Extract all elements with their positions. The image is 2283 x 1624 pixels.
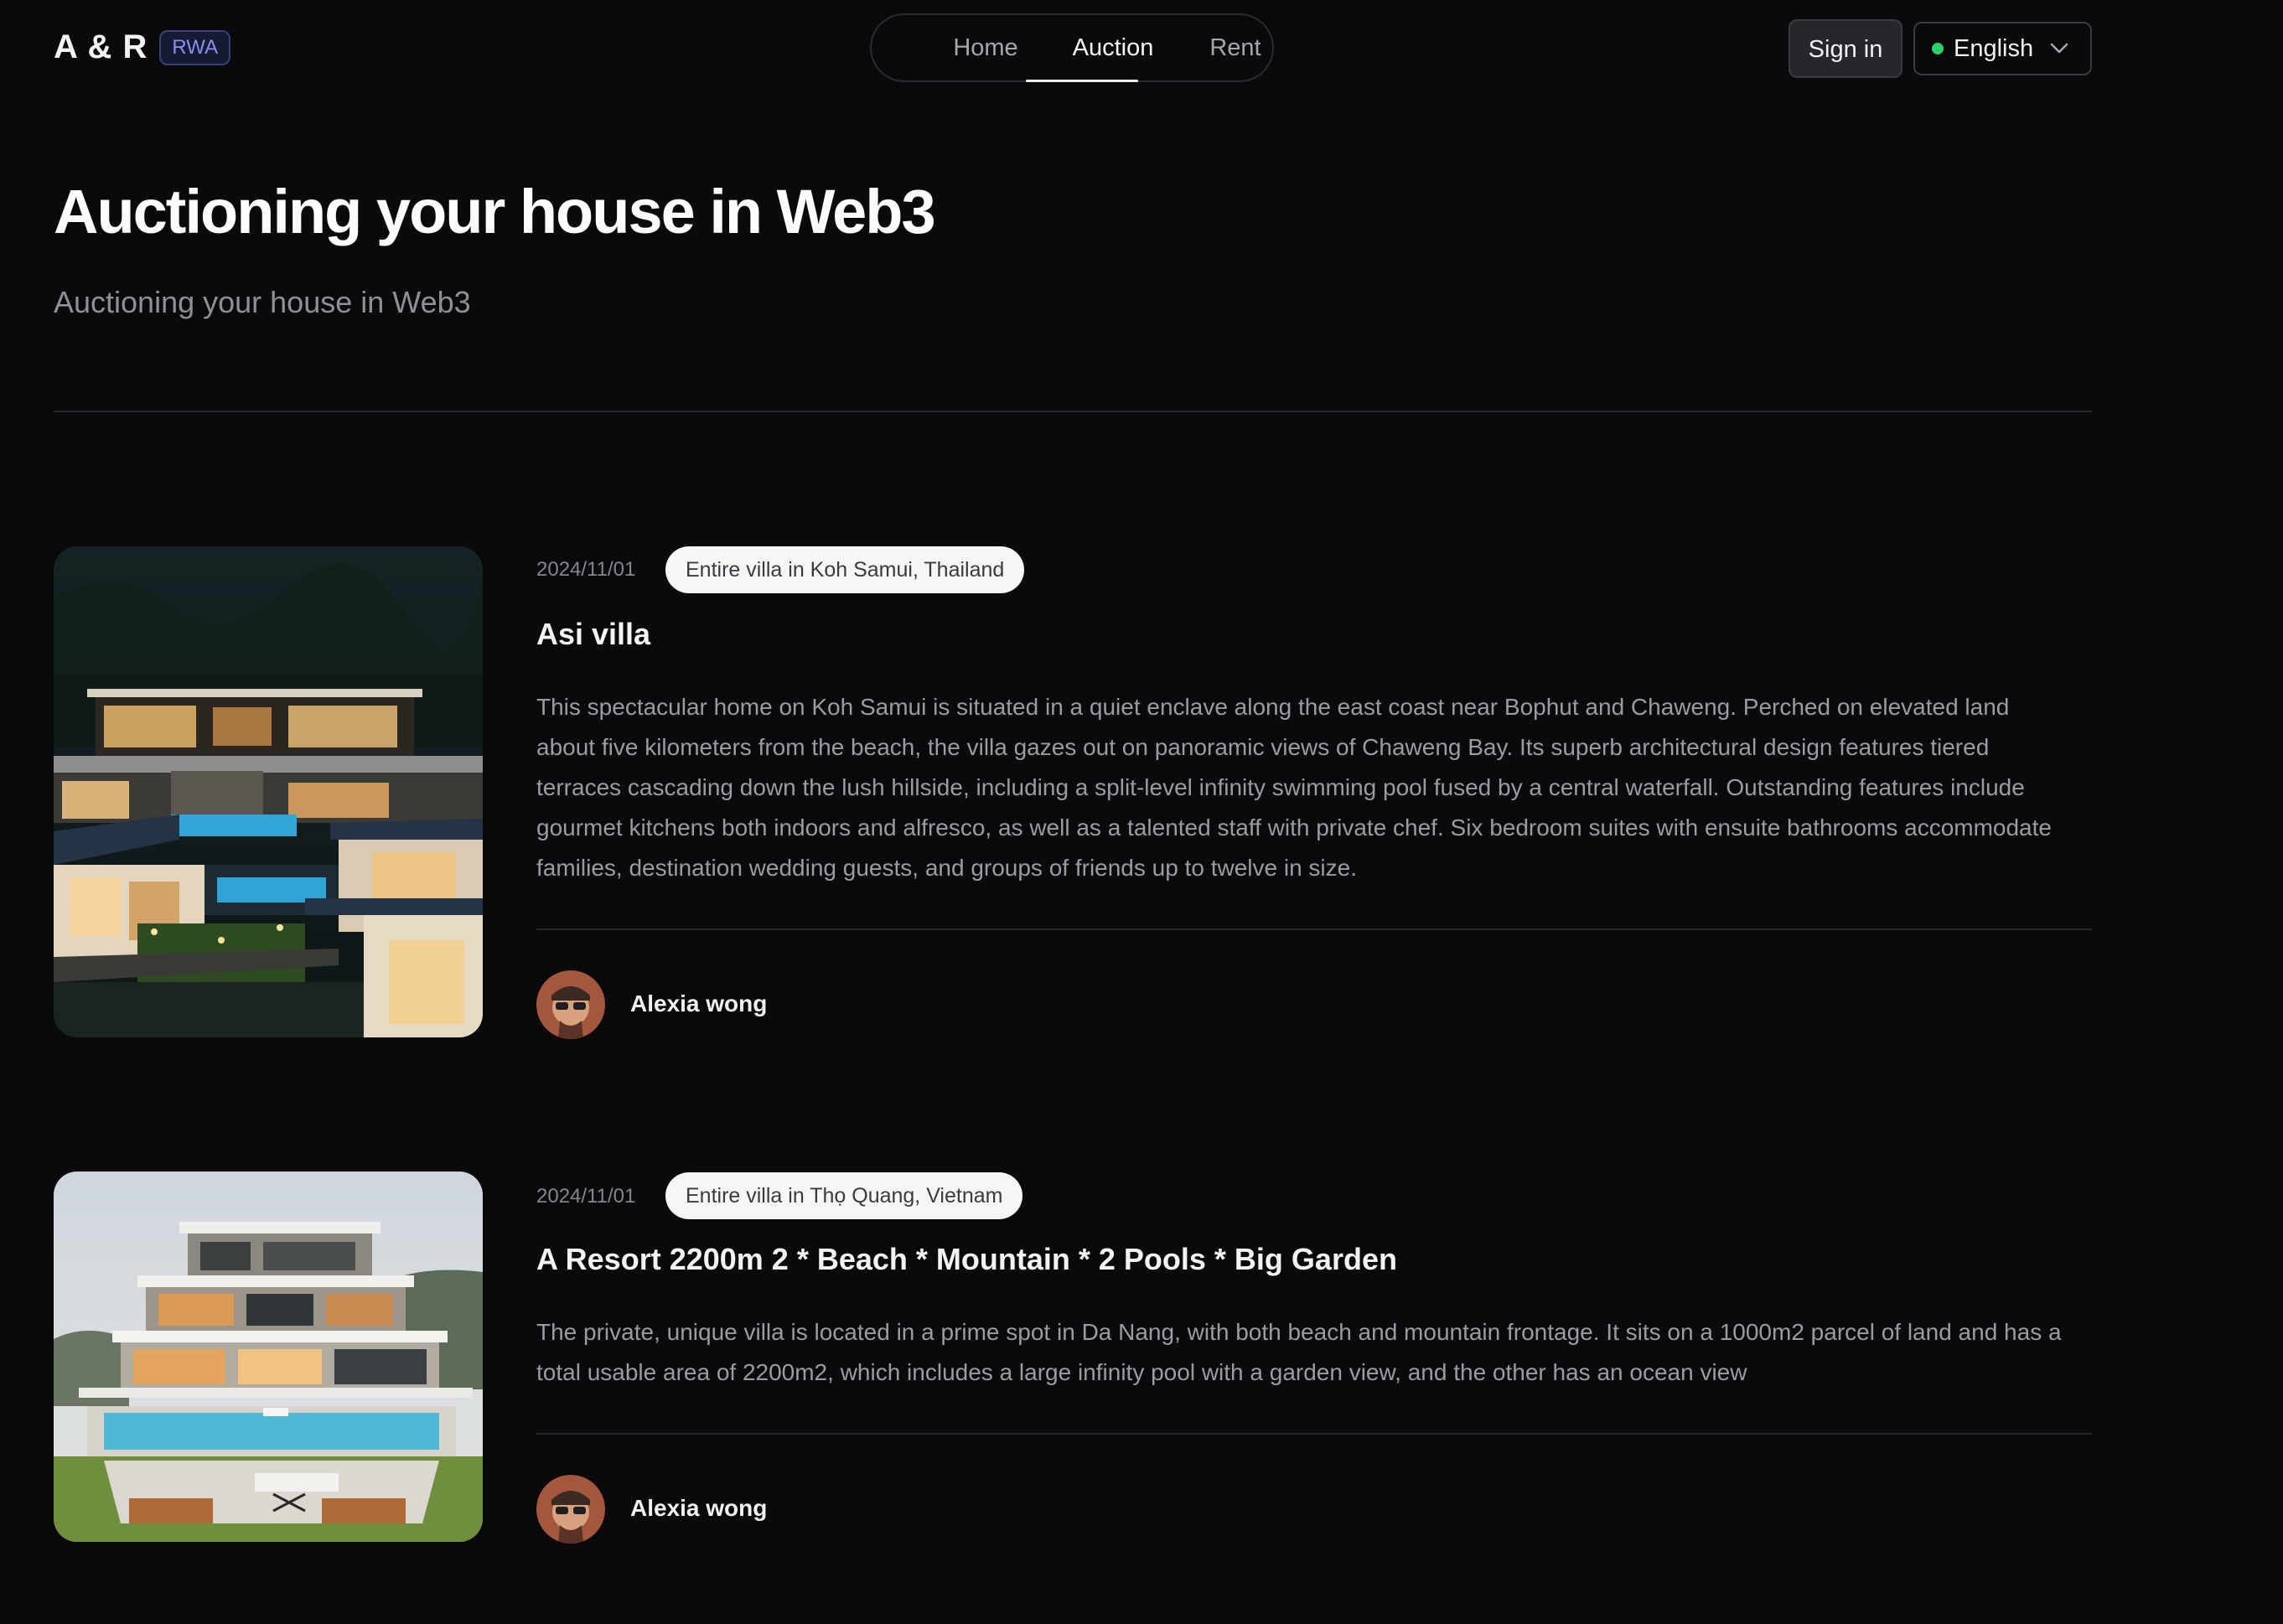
sign-in-button[interactable]: Sign in: [1789, 19, 1902, 78]
status-dot-icon: [1932, 43, 1944, 54]
nav-active-indicator: [1026, 80, 1138, 82]
villa-night-photo: [54, 546, 483, 1037]
rwa-badge: RWA: [159, 29, 231, 65]
listing-date: 2024/11/01: [536, 558, 636, 581]
location-tag: Entire villa in Thọ Quang, Vietnam: [665, 1172, 1023, 1219]
main-nav: Home Auction Rent: [870, 13, 1274, 82]
author-avatar[interactable]: [536, 970, 605, 1039]
listing-title[interactable]: Asi villa: [536, 617, 650, 652]
listing-divider: [536, 1433, 2092, 1435]
avatar-image: [536, 1475, 605, 1544]
page-subtitle: Auctioning your house in Web3: [54, 285, 471, 319]
nav-rent[interactable]: Rent: [1168, 15, 1302, 80]
listing-image[interactable]: [54, 1171, 483, 1542]
page-title: Auctioning your house in Web3: [54, 177, 936, 246]
listing-image[interactable]: [54, 546, 483, 1037]
logo[interactable]: A & R RWA: [54, 28, 231, 66]
chevron-down-icon: [2050, 43, 2068, 54]
nav-auction[interactable]: Auction: [1038, 15, 1188, 80]
listing-description: The private, unique villa is located in …: [536, 1319, 2062, 1385]
author-name[interactable]: Alexia wong: [630, 990, 767, 1017]
avatar-image: [536, 970, 605, 1039]
listing-description: This spectacular home on Koh Samui is si…: [536, 694, 2052, 881]
listing-divider: [536, 928, 2092, 930]
logo-text: A & R: [54, 28, 148, 65]
author-avatar[interactable]: [536, 1475, 605, 1544]
author-name[interactable]: Alexia wong: [630, 1495, 767, 1522]
location-tag: Entire villa in Koh Samui, Thailand: [665, 546, 1025, 593]
listing-title[interactable]: A Resort 2200m 2 * Beach * Mountain * 2 …: [536, 1242, 1397, 1277]
nav-auction-label: Auction: [1072, 34, 1154, 61]
hero-divider: [54, 411, 2092, 412]
villa-day-photo: [54, 1171, 483, 1542]
listing-date: 2024/11/01: [536, 1185, 636, 1208]
language-select[interactable]: English: [1913, 22, 2092, 75]
nav-home[interactable]: Home: [915, 15, 1056, 80]
language-label: English: [1954, 34, 2034, 62]
